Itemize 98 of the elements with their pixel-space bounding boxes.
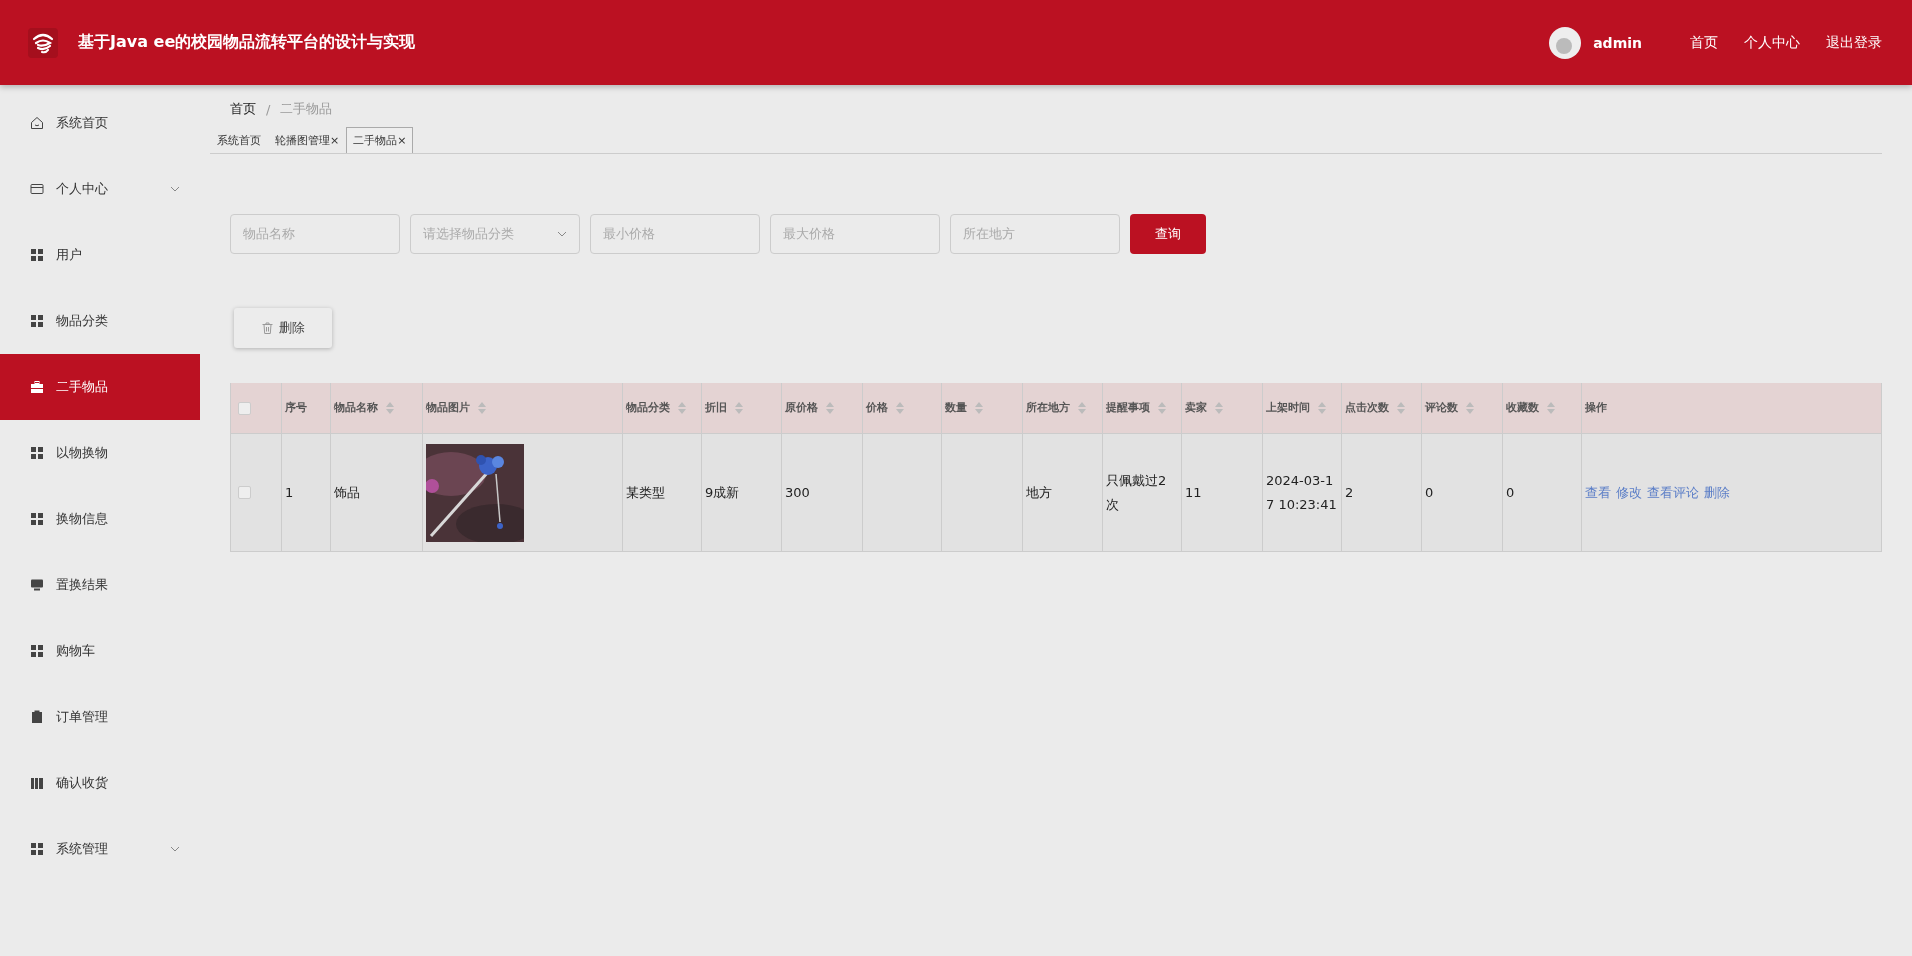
sidebar-item[interactable]: 换物信息 [0,486,200,552]
header-link[interactable]: 个人中心 [1744,33,1800,52]
grid-icon [30,248,44,262]
page-tab[interactable]: 系统首页 [210,127,268,153]
header-link[interactable]: 退出登录 [1826,33,1882,52]
column-header: 上架时间 [1266,400,1310,417]
header-link[interactable]: 首页 [1690,33,1718,52]
sort-icon[interactable] [975,402,983,414]
sort-icon[interactable] [386,402,394,414]
column-header: 所在地方 [1026,400,1070,417]
monitor-icon [30,578,44,592]
search-button[interactable]: 查询 [1130,214,1206,254]
sort-icon[interactable] [1397,402,1405,414]
sidebar-label: 订单管理 [56,708,109,726]
table-cell-text: 2024-03-17 10:23:41 [1266,472,1338,514]
sidebar-label: 个人中心 [56,180,109,198]
close-icon[interactable]: × [330,134,340,147]
column-header: 点击次数 [1345,400,1389,417]
table-cell-text: 1 [285,483,294,502]
column-header: 数量 [945,400,967,417]
column-header: 物品图片 [426,400,470,417]
sidebar-item[interactable]: 系统管理 [0,816,200,882]
column-header: 提醒事项 [1106,400,1150,417]
close-icon[interactable]: × [397,134,407,147]
column-header: 收藏数 [1506,400,1539,417]
column-header: 折旧 [705,400,727,417]
sidebar-item[interactable]: 二手物品 [0,354,200,420]
breadcrumb-separator: / [266,101,271,117]
sidebar-item[interactable]: 系统首页 [0,90,200,156]
sidebar-label: 确认收货 [56,774,109,792]
sort-icon[interactable] [735,402,743,414]
sidebar-label: 购物车 [56,642,96,660]
logo-icon [28,27,58,58]
app-title: 基于Java ee的校园物品流转平台的设计与实现 [78,32,417,53]
table-cell-text: 只佩戴过2次 [1106,472,1168,514]
table-cell-text: 300 [785,483,810,502]
checkbox[interactable] [238,401,251,415]
sort-icon[interactable] [1318,402,1326,414]
column-header: 操作 [1585,400,1607,417]
sort-icon[interactable] [896,402,904,414]
book-icon [30,776,44,790]
sort-icon[interactable] [1466,402,1474,414]
column-header: 序号 [285,400,307,417]
sort-icon[interactable] [1158,402,1166,414]
sidebar-label: 置换结果 [56,576,109,594]
sidebar-item[interactable]: 以物换物 [0,420,200,486]
sidebar-label: 二手物品 [56,378,109,396]
table-cell-text: 2 [1345,483,1354,502]
table-cell-text: 0 [1506,483,1515,502]
avatar-icon[interactable] [1549,26,1582,59]
sidebar-item[interactable]: 物品分类 [0,288,200,354]
breadcrumb-item[interactable]: 首页 [230,100,256,118]
sort-icon[interactable] [1215,402,1223,414]
table-cell-text: 饰品 [334,483,360,502]
sidebar-item[interactable]: 用户 [0,222,200,288]
wallet-icon [30,182,44,196]
home-icon [30,116,44,130]
table-cell-text: 0 [1425,483,1434,502]
grid-icon [30,644,44,658]
sidebar-item[interactable]: 确认收货 [0,750,200,816]
sidebar-label: 系统首页 [56,114,109,132]
grid-icon [30,314,44,328]
table-cell-text: 地方 [1026,483,1052,502]
column-header: 评论数 [1425,400,1458,417]
page-tab[interactable]: 二手物品× [346,127,414,153]
grid-icon [30,842,44,856]
page-tab[interactable]: 轮播图管理× [268,127,347,153]
sort-icon[interactable] [826,402,834,414]
sort-icon[interactable] [478,402,486,414]
sidebar-item[interactable]: 购物车 [0,618,200,684]
sort-icon[interactable] [1078,402,1086,414]
table-cell-text: 9成新 [705,483,740,502]
sidebar-label: 用户 [56,246,83,264]
grid-icon [30,512,44,526]
column-header: 卖家 [1185,400,1207,417]
sidebar-label: 以物换物 [56,444,109,462]
sidebar-item[interactable]: 订单管理 [0,684,200,750]
table-cell-text: 某类型 [626,483,665,502]
sidebar-label: 系统管理 [56,840,109,858]
sidebar-item[interactable]: 置换结果 [0,552,200,618]
column-header: 物品分类 [626,400,670,417]
briefcase-icon [30,380,44,394]
table-cell-text: 11 [1185,483,1202,502]
sort-icon[interactable] [1547,402,1555,414]
delete-button[interactable]: 删除 [234,308,332,348]
column-header: 物品名称 [334,400,378,417]
column-header: 原价格 [785,400,818,417]
chevron-icon [557,231,567,237]
grid-icon [30,446,44,460]
checkbox[interactable] [238,486,251,499]
column-header: 价格 [866,400,888,417]
user-name: admin [1593,34,1642,51]
sidebar-item[interactable]: 个人中心 [0,156,200,222]
sidebar-label: 物品分类 [56,312,109,330]
clipboard-icon [30,710,44,724]
trash-icon [261,322,273,334]
sidebar-label: 换物信息 [56,510,109,528]
sort-icon[interactable] [678,402,686,414]
